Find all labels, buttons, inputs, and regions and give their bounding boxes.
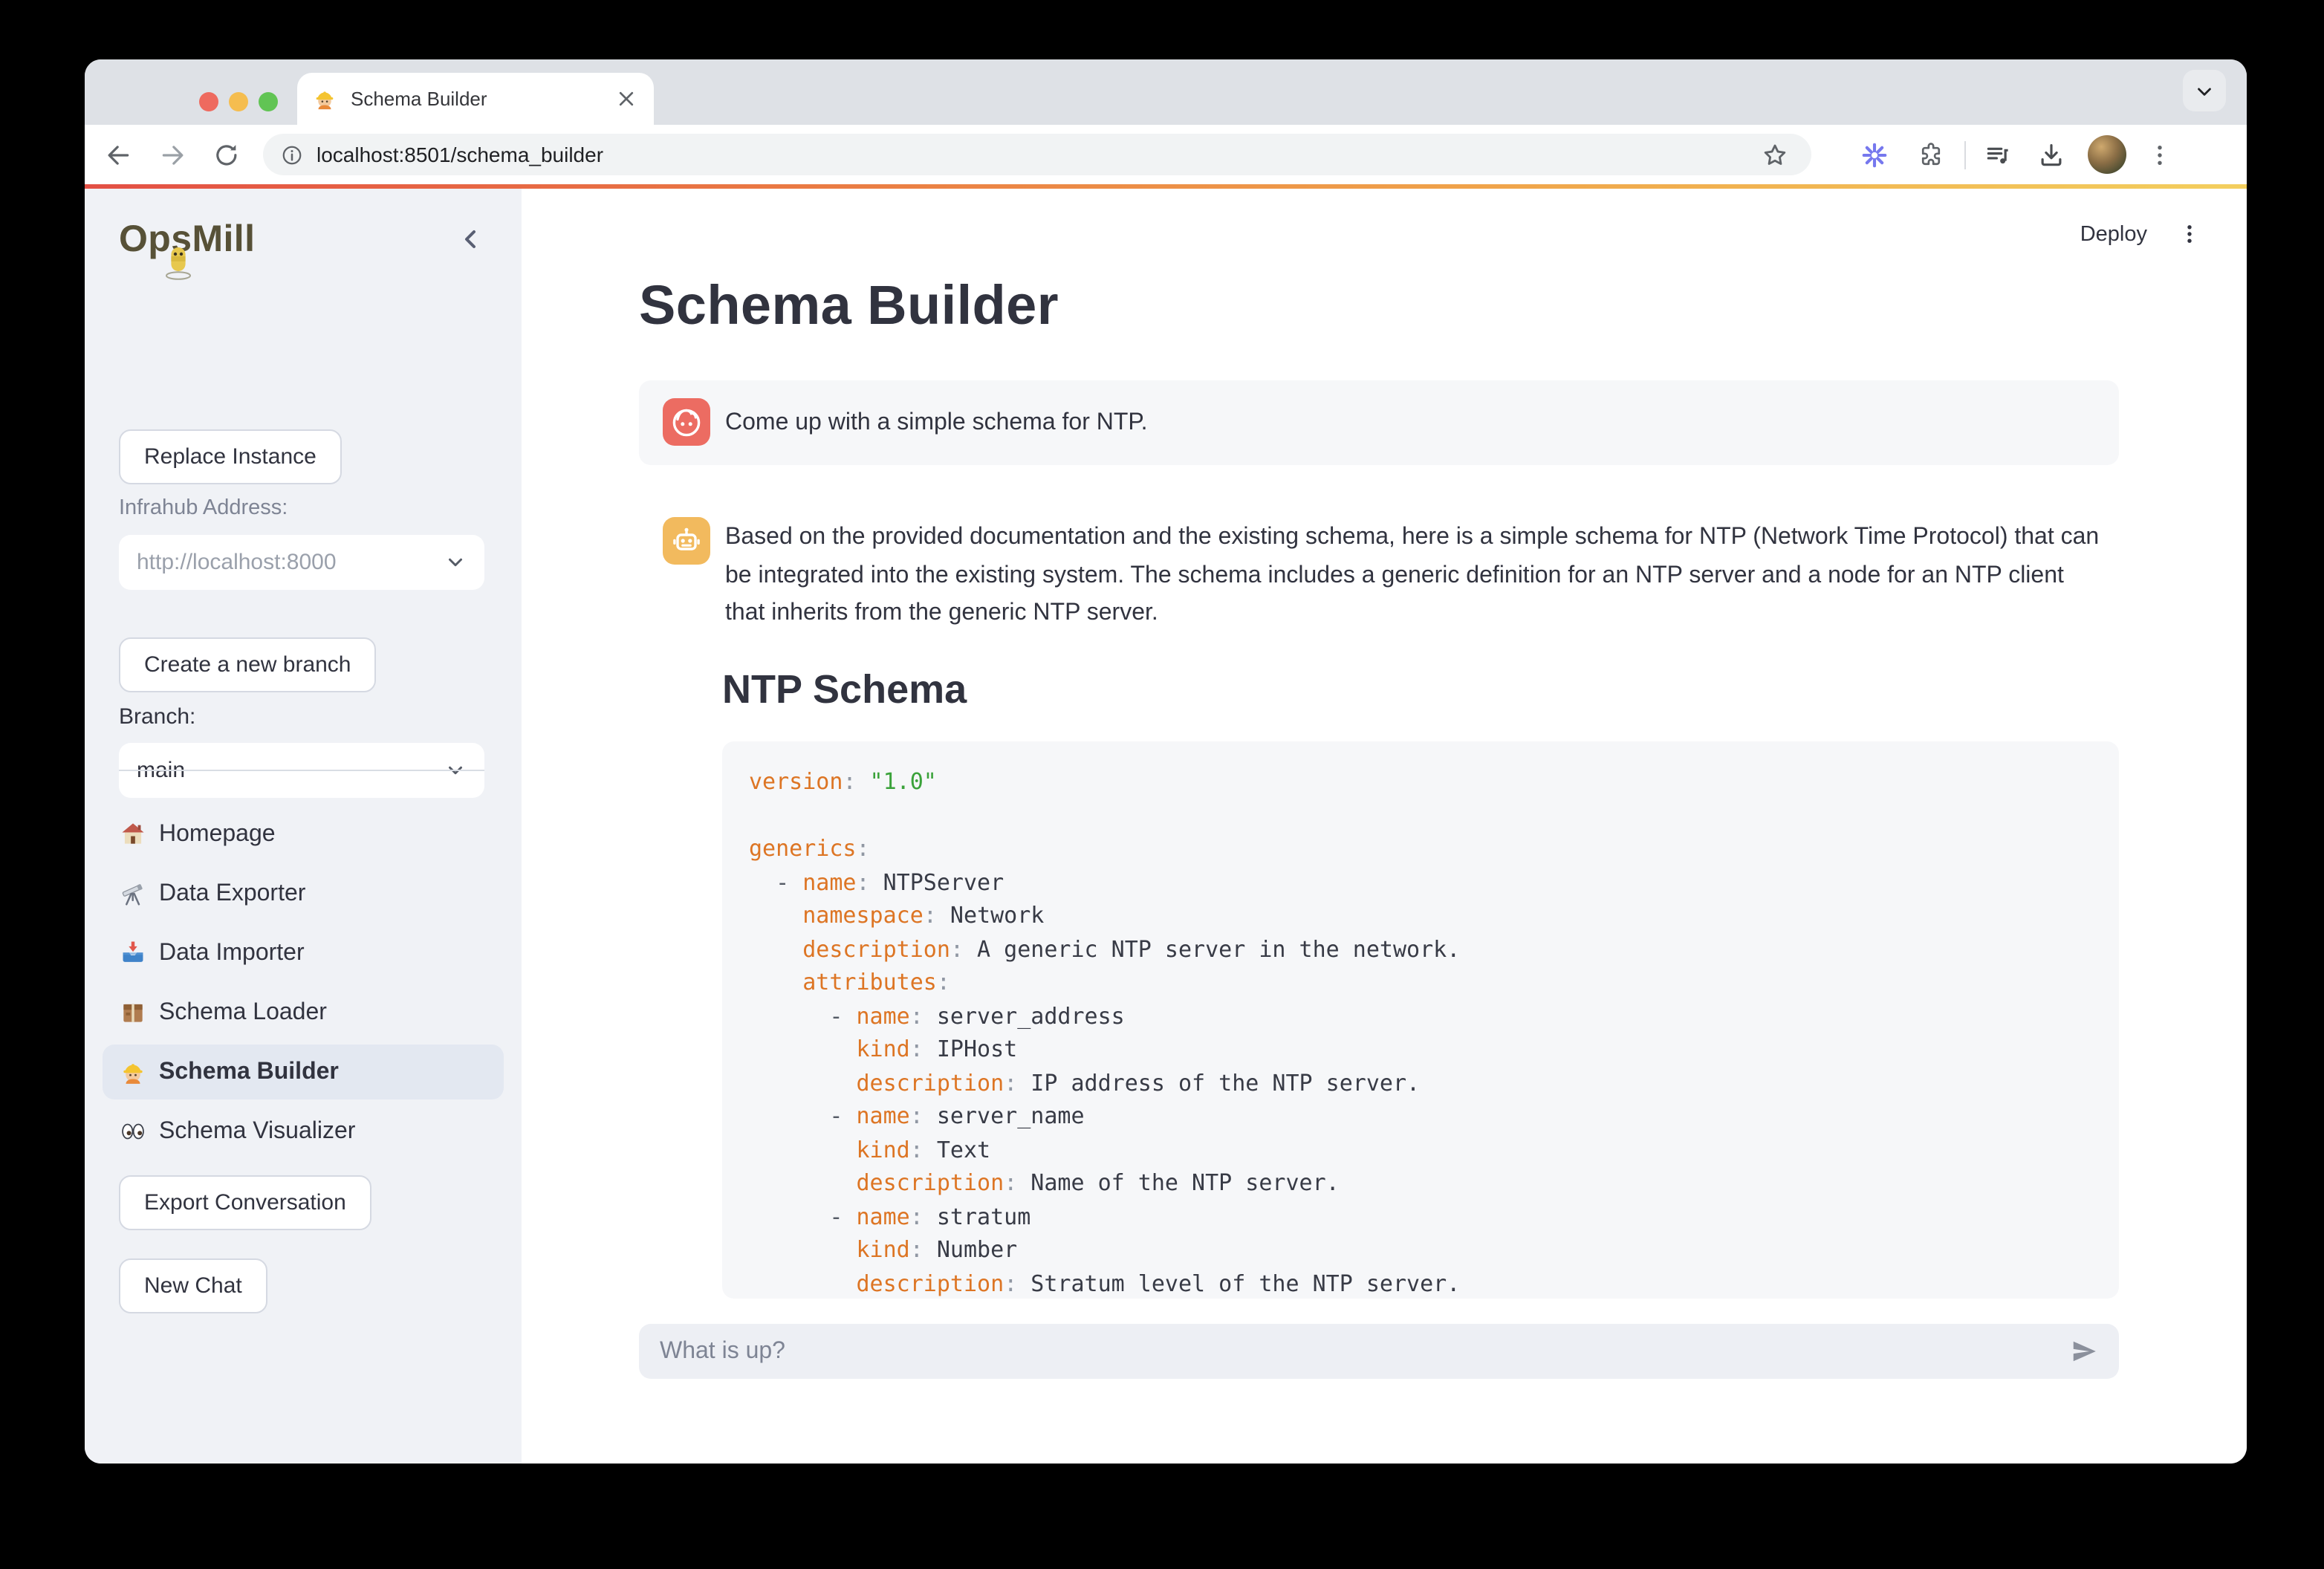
sidebar-divider [119, 770, 484, 771]
house-icon [119, 820, 147, 848]
user-message-text: Come up with a simple schema for NTP. [725, 410, 1148, 437]
browser-window: Schema Builder [85, 59, 2247, 1464]
assistant-message-text: Based on the provided documentation and … [725, 519, 2107, 632]
minimize-window-button[interactable] [229, 92, 248, 111]
bookmark-star-icon[interactable] [1761, 140, 1789, 169]
main-content: Deploy Schema Builder Come up with [522, 189, 2247, 1464]
new-chat-button[interactable]: New Chat [119, 1258, 267, 1313]
close-window-button[interactable] [199, 92, 218, 111]
deploy-button[interactable]: Deploy [2080, 222, 2147, 246]
browser-tab[interactable]: Schema Builder [297, 73, 654, 125]
send-icon[interactable] [2070, 1337, 2098, 1365]
back-icon[interactable] [104, 140, 132, 169]
sidebar-item-label: Schema Builder [159, 1059, 339, 1085]
sidebar-item-label: Data Exporter [159, 880, 305, 907]
forward-icon[interactable] [159, 140, 187, 169]
app-header-actions: Deploy [2080, 221, 2202, 247]
user-message: Come up with a simple schema for NTP. [639, 380, 2119, 465]
infrahub-address-value: http://localhost:8000 [137, 550, 337, 575]
sidebar-item-label: Homepage [159, 821, 276, 848]
construction-worker-icon [312, 86, 337, 111]
yaml-code-block[interactable]: version: "1.0" generics: - name: NTPServ… [722, 741, 2119, 1299]
opsmill-logo: OpsMill [119, 218, 255, 272]
section-heading: NTP Schema [722, 664, 967, 715]
inbox-tray-icon [119, 939, 147, 967]
infrahub-address-select[interactable]: http://localhost:8000 [119, 535, 484, 590]
assistant-avatar [663, 517, 710, 565]
reload-icon[interactable] [212, 140, 241, 169]
tab-strip: Schema Builder [85, 59, 2247, 125]
sidebar-item-label: Data Importer [159, 940, 305, 967]
sidebar-item-schema-loader[interactable]: Schema Loader [103, 993, 504, 1033]
opsmill-mascot-icon [162, 242, 195, 281]
extension-asterisk-icon[interactable] [1860, 140, 1889, 169]
sidebar-item-schema-builder[interactable]: Schema Builder [103, 1045, 504, 1099]
eyes-icon [119, 1117, 147, 1146]
tab-title: Schema Builder [351, 88, 614, 110]
sidebar-item-schema-visualizer[interactable]: Schema Visualizer [103, 1111, 504, 1151]
user-face-icon [669, 404, 704, 440]
telescope-icon [119, 880, 147, 908]
tab-search-chevron-icon [2193, 79, 2216, 102]
dropdown-chevron-icon [444, 551, 467, 574]
screenshot-stage: Schema Builder [0, 0, 2324, 1569]
download-icon[interactable] [2037, 140, 2065, 169]
construction-worker-icon [119, 1058, 147, 1086]
profile-avatar[interactable] [2088, 135, 2126, 174]
sidebar-item-label: Schema Visualizer [159, 1118, 355, 1145]
sidebar-item-data-exporter[interactable]: Data Exporter [103, 874, 504, 914]
replace-instance-button[interactable]: Replace Instance [119, 429, 342, 484]
close-icon[interactable] [614, 86, 639, 111]
export-conversation-button[interactable]: Export Conversation [119, 1175, 371, 1230]
yaml-code: version: "1.0" generics: - name: NTPServ… [749, 765, 2092, 1299]
kebab-menu-icon[interactable] [2146, 140, 2174, 169]
browser-toolbar: localhost:8501/schema_builder [85, 125, 2247, 184]
collapse-sidebar-icon[interactable] [459, 227, 483, 251]
info-icon[interactable] [281, 143, 303, 166]
puzzle-extensions-icon[interactable] [1917, 140, 1945, 169]
user-avatar [663, 398, 710, 446]
sidebar-item-homepage[interactable]: Homepage [103, 814, 504, 854]
media-playlist-icon[interactable] [1984, 140, 2012, 169]
branch-label: Branch: [119, 704, 195, 730]
robot-face-icon [669, 523, 704, 559]
app-menu-kebab-icon[interactable] [2177, 221, 2202, 247]
sidebar-item-data-importer[interactable]: Data Importer [103, 933, 504, 973]
sidebar-item-label: Schema Loader [159, 999, 327, 1026]
chat-input-container [639, 1324, 2119, 1379]
create-branch-button[interactable]: Create a new branch [119, 637, 377, 692]
url-bar[interactable]: localhost:8501/schema_builder [263, 134, 1811, 175]
infrahub-address-label: Infrahub Address: [119, 496, 288, 520]
tab-search-button[interactable] [2183, 70, 2226, 111]
sidebar: OpsMill Infrahub Address: http://localho… [85, 189, 522, 1464]
url-text: localhost:8501/schema_builder [317, 143, 603, 166]
zoom-window-button[interactable] [259, 92, 278, 111]
page-title: Schema Builder [639, 273, 1059, 339]
package-icon [119, 998, 147, 1027]
chat-input[interactable] [660, 1338, 2070, 1365]
app-root: OpsMill Infrahub Address: http://localho… [85, 189, 2247, 1464]
toolbar-separator [1964, 140, 1966, 169]
